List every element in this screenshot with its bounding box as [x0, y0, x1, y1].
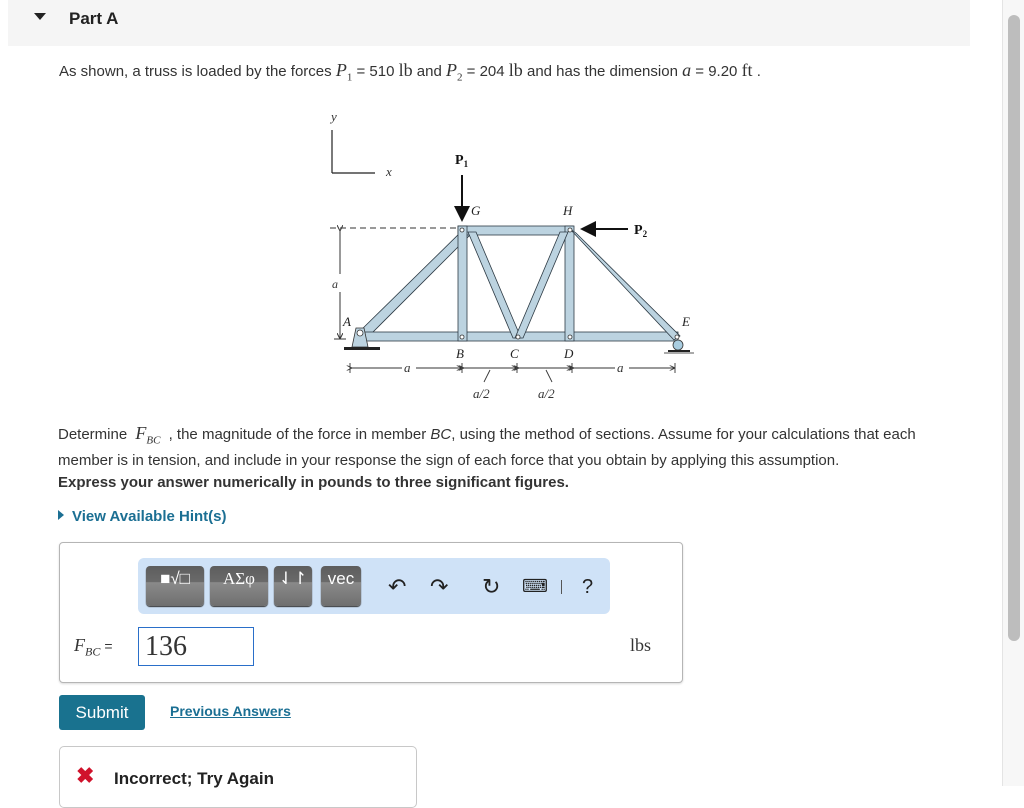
feedback-panel: ✖ Incorrect; Try Again: [59, 746, 417, 808]
problem-statement: As shown, a truss is loaded by the force…: [59, 60, 761, 84]
member-HE: [569, 228, 681, 341]
force-p2-label: P2: [634, 223, 648, 239]
vector-button[interactable]: vec: [321, 566, 361, 606]
answer-units: lbs: [630, 635, 652, 655]
dim-label-half-1: a/2: [473, 386, 490, 401]
p2-symbol: P2: [446, 60, 463, 84]
node-label-C: C: [510, 346, 519, 361]
answer-instruction: Express your answer numerically in pound…: [58, 474, 569, 491]
part-title: Part A: [69, 9, 119, 28]
submit-button[interactable]: Submit: [59, 695, 145, 730]
node-label-G: G: [471, 203, 481, 218]
reset-icon[interactable]: ↻: [482, 574, 500, 600]
node-label-A: A: [342, 314, 351, 329]
redo-icon[interactable]: ↷: [430, 574, 448, 600]
previous-answers-link[interactable]: Previous Answers: [170, 703, 291, 719]
templates-button[interactable]: ■√□: [146, 566, 204, 606]
member-HD: [564, 225, 575, 342]
height-dim-label: a: [332, 277, 338, 291]
truss-members: [357, 225, 681, 342]
member-GB: [457, 225, 468, 342]
member-CH: [514, 231, 569, 339]
force-p1-label: P1: [455, 153, 469, 169]
question-text: Determine FBC , the magnitude of the for…: [58, 423, 916, 469]
member-GC: [467, 231, 522, 339]
incorrect-x-icon: ✖: [76, 763, 95, 788]
greek-symbols-button[interactable]: ΑΣφ: [210, 566, 268, 606]
axis-y-label: y: [329, 109, 337, 124]
member-AG: [357, 228, 471, 340]
answer-panel: ■√□ ΑΣφ ⇃↾ vec ↶ ↷ ↻ ⌨ ? FBC= lbs: [59, 542, 683, 683]
dim-label-a-right: a: [617, 360, 624, 375]
truss-diagram: y x a P1 P2 G H A B C D E a a a/2 a/2: [329, 109, 694, 401]
fbc-symbol: FBC: [135, 423, 161, 447]
feedback-message: Incorrect; Try Again: [114, 769, 274, 788]
node-label-E: E: [681, 314, 690, 329]
axis-x-label: x: [385, 164, 392, 179]
view-hints-link[interactable]: View Available Hint(s): [58, 508, 227, 525]
a-symbol: a: [682, 60, 692, 80]
math-toolbar: ■√□ ΑΣφ ⇃↾ vec ↶ ↷ ↻ ⌨ ?: [138, 558, 610, 614]
answer-input[interactable]: [138, 627, 254, 666]
caret-down-icon[interactable]: [34, 13, 46, 20]
arrows-button[interactable]: ⇃↾: [274, 566, 312, 606]
toolbar-divider: [561, 580, 562, 594]
help-button[interactable]: ?: [582, 576, 593, 599]
node-label-D: D: [563, 346, 574, 361]
roller-support-icon: [664, 339, 694, 354]
node-label-B: B: [456, 346, 464, 361]
caret-right-icon: [58, 510, 64, 520]
dim-label-half-2: a/2: [538, 386, 555, 401]
part-header[interactable]: Part A: [8, 0, 970, 46]
p1-symbol: P1: [335, 60, 353, 84]
axes-icon: y x: [329, 109, 392, 179]
answer-label: FBC =: [74, 635, 113, 659]
scrollbar-thumb[interactable]: [1008, 15, 1020, 641]
dim-label-a-left: a: [404, 360, 411, 375]
node-label-H: H: [562, 203, 573, 218]
undo-icon[interactable]: ↶: [388, 574, 406, 600]
keyboard-icon[interactable]: ⌨: [522, 576, 548, 597]
